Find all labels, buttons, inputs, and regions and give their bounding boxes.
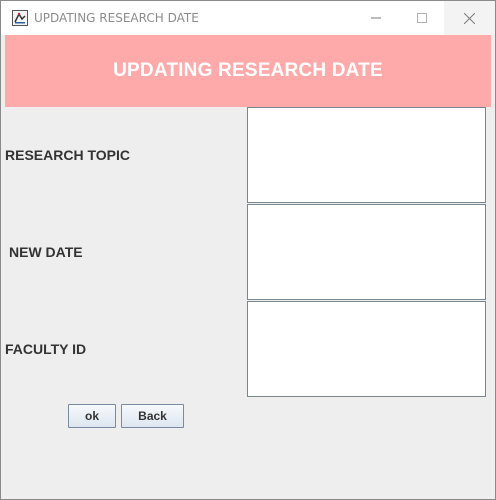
research-topic-input[interactable] (247, 107, 486, 203)
minimize-icon (371, 13, 381, 23)
close-icon (464, 13, 475, 24)
app-window: UPDATING RESEARCH DATE UPDATING RESEARCH… (0, 0, 496, 500)
back-button[interactable]: Back (121, 404, 184, 428)
maximize-button[interactable] (399, 1, 445, 35)
new-date-label: NEW DATE (9, 244, 83, 260)
close-button[interactable] (444, 1, 495, 35)
header-banner: UPDATING RESEARCH DATE (5, 35, 491, 107)
maximize-icon (417, 13, 427, 23)
page-title: UPDATING RESEARCH DATE (113, 60, 383, 82)
research-topic-label: RESEARCH TOPIC (5, 147, 130, 163)
window-title: UPDATING RESEARCH DATE (34, 11, 199, 25)
faculty-id-input[interactable] (247, 301, 486, 397)
title-bar[interactable]: UPDATING RESEARCH DATE (1, 1, 495, 35)
faculty-id-label: FACULTY ID (5, 341, 86, 357)
minimize-button[interactable] (353, 1, 399, 35)
new-date-input[interactable] (247, 204, 486, 300)
ok-button[interactable]: ok (68, 404, 116, 428)
java-app-icon (12, 10, 28, 26)
